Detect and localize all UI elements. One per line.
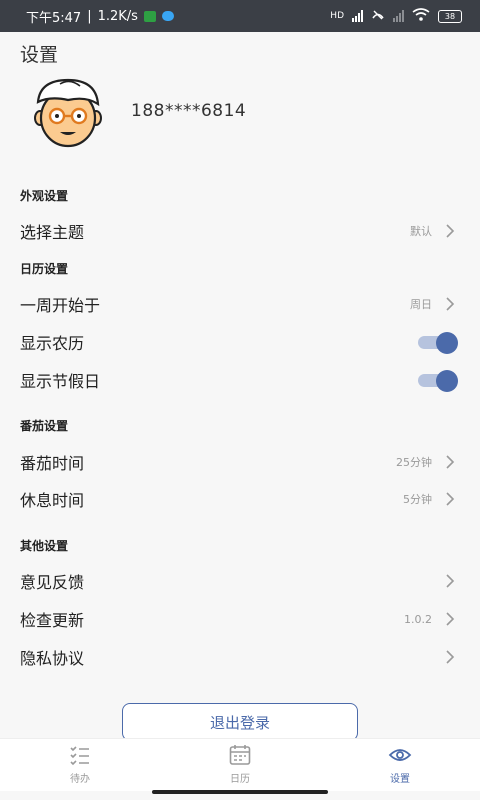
checklist-icon <box>70 746 89 766</box>
row-theme-label: 选择主题 <box>20 223 85 242</box>
row-pomodoro-time-value: 25分钟 <box>396 456 432 469</box>
chevron-right-icon <box>446 297 455 311</box>
network-type-label: HD <box>330 11 344 21</box>
chevron-right-icon <box>446 650 455 664</box>
row-feedback[interactable]: 意见反馈 <box>0 563 480 599</box>
status-time: 下午5:47 <box>26 10 82 26</box>
tab-calendar-label: 日历 <box>230 774 250 785</box>
home-indicator[interactable] <box>152 790 328 794</box>
status-right: HD 38 <box>330 8 462 24</box>
tab-settings[interactable]: 设置 <box>360 743 440 789</box>
chevron-right-icon <box>446 455 455 469</box>
bottom-nav: 待办 日历 设置 <box>0 738 480 791</box>
status-left: 下午5:47 | 1.2K/s <box>26 7 174 26</box>
wifi-icon <box>412 8 430 24</box>
holidays-toggle[interactable] <box>418 370 458 392</box>
row-holidays-label: 显示节假日 <box>20 372 101 391</box>
row-feedback-label: 意见反馈 <box>20 573 85 592</box>
row-pomodoro-time[interactable]: 番茄时间 25分钟 <box>0 444 480 480</box>
call-muted-icon <box>371 9 385 24</box>
status-separator: | <box>87 8 92 24</box>
row-check-update-label: 检查更新 <box>20 611 85 630</box>
row-privacy[interactable]: 隐私协议 <box>0 639 480 675</box>
logout-button[interactable]: 退出登录 <box>122 703 358 741</box>
chevron-right-icon <box>446 224 455 238</box>
section-title-other: 其他设置 <box>20 539 69 553</box>
row-lunar: 显示农历 <box>0 324 480 360</box>
status-bar: 下午5:47 | 1.2K/s HD 38 <box>0 0 480 32</box>
row-lunar-label: 显示农历 <box>20 334 85 353</box>
avatar-illustration <box>34 78 102 148</box>
tab-todo[interactable]: 待办 <box>40 743 120 789</box>
row-privacy-label: 隐私协议 <box>20 649 85 668</box>
lunar-toggle[interactable] <box>418 332 458 354</box>
tab-calendar[interactable]: 日历 <box>200 743 280 789</box>
row-pomodoro-time-label: 番茄时间 <box>20 454 85 473</box>
row-week-start[interactable]: 一周开始于 周日 <box>0 286 480 322</box>
row-theme[interactable]: 选择主题 默认 <box>0 213 480 249</box>
row-rest-time-label: 休息时间 <box>20 491 85 510</box>
tab-todo-label: 待办 <box>70 774 90 785</box>
chevron-right-icon <box>446 574 455 588</box>
row-week-start-label: 一周开始于 <box>20 296 101 315</box>
section-title-calendar: 日历设置 <box>20 262 69 276</box>
wechat-icon <box>143 10 156 22</box>
row-rest-time[interactable]: 休息时间 5分钟 <box>0 481 480 517</box>
status-speed: 1.2K/s <box>97 8 138 24</box>
row-check-update-value: 1.0.2 <box>404 612 432 626</box>
chevron-right-icon <box>446 492 455 506</box>
section-title-appearance: 外观设置 <box>20 189 69 203</box>
calendar-icon <box>229 745 251 765</box>
row-check-update[interactable]: 检查更新 1.0.2 <box>0 601 480 637</box>
chevron-right-icon <box>446 612 455 626</box>
row-week-start-value: 周日 <box>410 298 432 311</box>
phone-number[interactable]: 188****6814 <box>131 101 246 121</box>
page-title: 设置 <box>20 44 59 66</box>
row-theme-value: 默认 <box>410 225 432 238</box>
tab-settings-label: 设置 <box>390 774 410 785</box>
app-notification-icon <box>161 11 174 21</box>
avatar[interactable] <box>30 74 106 150</box>
row-rest-time-value: 5分钟 <box>403 493 432 506</box>
signal-icon <box>352 10 363 22</box>
eye-icon <box>388 749 412 761</box>
row-holidays: 显示节假日 <box>0 362 480 398</box>
section-title-pomodoro: 番茄设置 <box>20 419 69 433</box>
signal-2-icon <box>393 10 404 22</box>
battery-icon: 38 <box>438 9 462 23</box>
